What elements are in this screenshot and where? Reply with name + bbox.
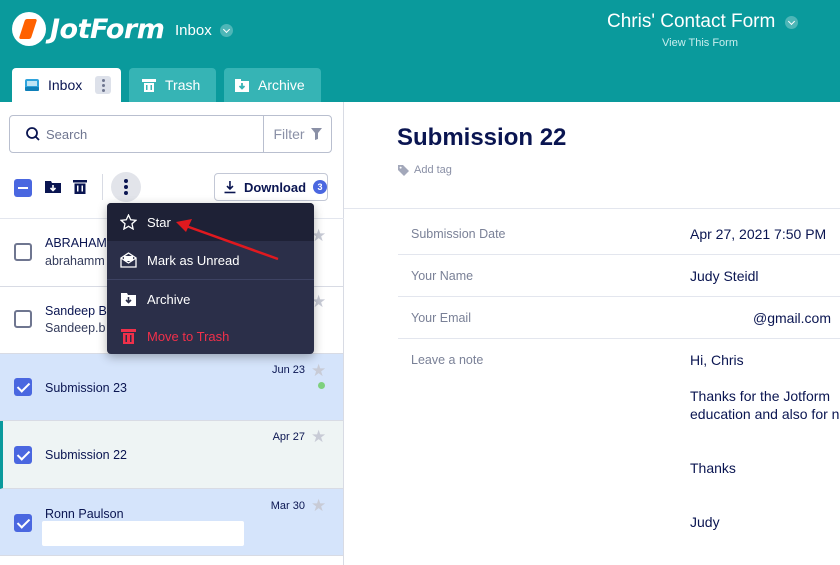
row-checkbox[interactable]: [14, 243, 32, 261]
menu-item-label: Move to Trash: [147, 328, 230, 344]
inbox-nav-dropdown[interactable]: Inbox: [175, 22, 233, 39]
field-label: Your Name: [411, 269, 474, 283]
row-checkbox[interactable]: [14, 378, 32, 396]
note-line: Thanks for the Jotform: [690, 388, 831, 404]
row-checkbox[interactable]: [14, 446, 32, 464]
form-title: Chris' Contact Form: [607, 11, 776, 32]
annotation-arrow-icon: [176, 219, 279, 261]
row-name: Submission 23: [45, 381, 127, 395]
menu-item-move-to-trash[interactable]: Move to Trash: [107, 317, 314, 355]
logo-text: JotForm: [50, 13, 165, 45]
field-divider: [398, 254, 840, 255]
search-icon: [26, 127, 40, 141]
tab-inbox-label: Inbox: [48, 77, 83, 93]
field-divider: [398, 338, 840, 339]
star-outline-icon: [120, 214, 137, 230]
note-line: Judy: [690, 514, 720, 530]
star-icon[interactable]: ★: [311, 497, 327, 514]
tab-menu-button[interactable]: [95, 76, 111, 94]
row-date: Mar 30: [270, 500, 305, 512]
field-value: @gmail.com: [753, 310, 832, 326]
list-item[interactable]: Submission 23 Jun 23 ★: [0, 354, 343, 421]
field-label: Submission Date: [411, 227, 506, 241]
chevron-down-icon: [785, 15, 799, 29]
list-item[interactable]: Submission 22 Apr 27 ★: [0, 421, 343, 489]
archive-folder-icon[interactable]: [44, 178, 62, 196]
envelope-open-icon: [120, 252, 137, 268]
unread-dot: [318, 382, 325, 389]
archive-icon: [235, 79, 249, 92]
download-button[interactable]: Download 3: [214, 173, 328, 201]
row-name: Ronn Paulson: [45, 507, 124, 521]
tab-trash-label: Trash: [165, 77, 201, 93]
row-email: Sandeep.b: [45, 321, 106, 335]
add-tag-label: Add tag: [414, 164, 452, 176]
list-item[interactable]: Ronn Paulson Mar 30 ★: [0, 489, 343, 556]
menu-item-label: Star: [147, 214, 171, 230]
view-form-link[interactable]: View This Form: [662, 37, 738, 49]
jotform-logo-icon: [12, 12, 46, 46]
tab-inbox[interactable]: Inbox: [12, 68, 121, 102]
filter-label: Filter: [273, 126, 305, 142]
chevron-down-icon: [219, 24, 233, 37]
download-count-badge: 3: [313, 180, 327, 194]
inbox-nav-label: Inbox: [175, 22, 212, 39]
tab-archive[interactable]: Archive: [224, 68, 321, 102]
row-name: Sandeep B: [45, 304, 107, 318]
add-tag-button[interactable]: Add tag: [398, 164, 452, 176]
trash-icon: [121, 329, 136, 344]
field-divider: [398, 296, 840, 297]
tag-icon: [398, 164, 409, 176]
submission-title: Submission 22: [397, 124, 567, 151]
filter-button[interactable]: Filter: [263, 116, 331, 152]
detail-header-divider: [344, 208, 840, 209]
archive-icon: [121, 293, 136, 306]
form-title-dropdown[interactable]: Chris' Contact Form: [607, 11, 799, 33]
field-value: Apr 27, 2021 7:50 PM: [690, 226, 827, 242]
field-value: Hi, Chris: [690, 352, 744, 368]
row-email: abrahamm: [45, 254, 105, 268]
trash-icon: [142, 79, 156, 92]
row-date: Apr 27: [272, 431, 305, 443]
row-date: Jun 23: [271, 364, 305, 376]
funnel-icon: [310, 128, 322, 140]
menu-item-archive[interactable]: Archive: [107, 280, 314, 318]
more-actions-button[interactable]: [111, 172, 141, 202]
row-name: Submission 22: [45, 448, 127, 462]
menu-item-label: Archive: [147, 291, 191, 307]
field-label: Your Email: [411, 311, 471, 325]
redacted-field: [42, 521, 244, 546]
jotform-logo[interactable]: JotForm: [12, 12, 165, 46]
tab-archive-label: Archive: [258, 77, 305, 93]
row-name: ABRAHAM: [45, 236, 107, 250]
select-all-checkbox[interactable]: [14, 179, 32, 197]
search-input[interactable]: Search: [46, 127, 263, 142]
field-label: Leave a note: [411, 353, 484, 367]
download-label: Download: [243, 179, 307, 195]
field-value: Judy Steidl: [690, 268, 759, 284]
trash-icon[interactable]: [71, 178, 89, 196]
row-checkbox[interactable]: [14, 310, 32, 328]
note-line: Thanks: [690, 460, 736, 476]
star-icon[interactable]: ★: [311, 362, 327, 379]
search-box: Search Filter: [9, 115, 332, 153]
download-icon: [224, 181, 236, 194]
inbox-icon: [25, 79, 39, 91]
top-bar: JotForm Inbox Chris' Contact Form View T…: [0, 0, 840, 102]
tab-trash[interactable]: Trash: [129, 68, 216, 102]
row-checkbox[interactable]: [14, 514, 32, 532]
star-icon[interactable]: ★: [311, 428, 327, 445]
toolbar-divider: [102, 174, 103, 200]
note-line: education and also for n: [690, 406, 840, 422]
